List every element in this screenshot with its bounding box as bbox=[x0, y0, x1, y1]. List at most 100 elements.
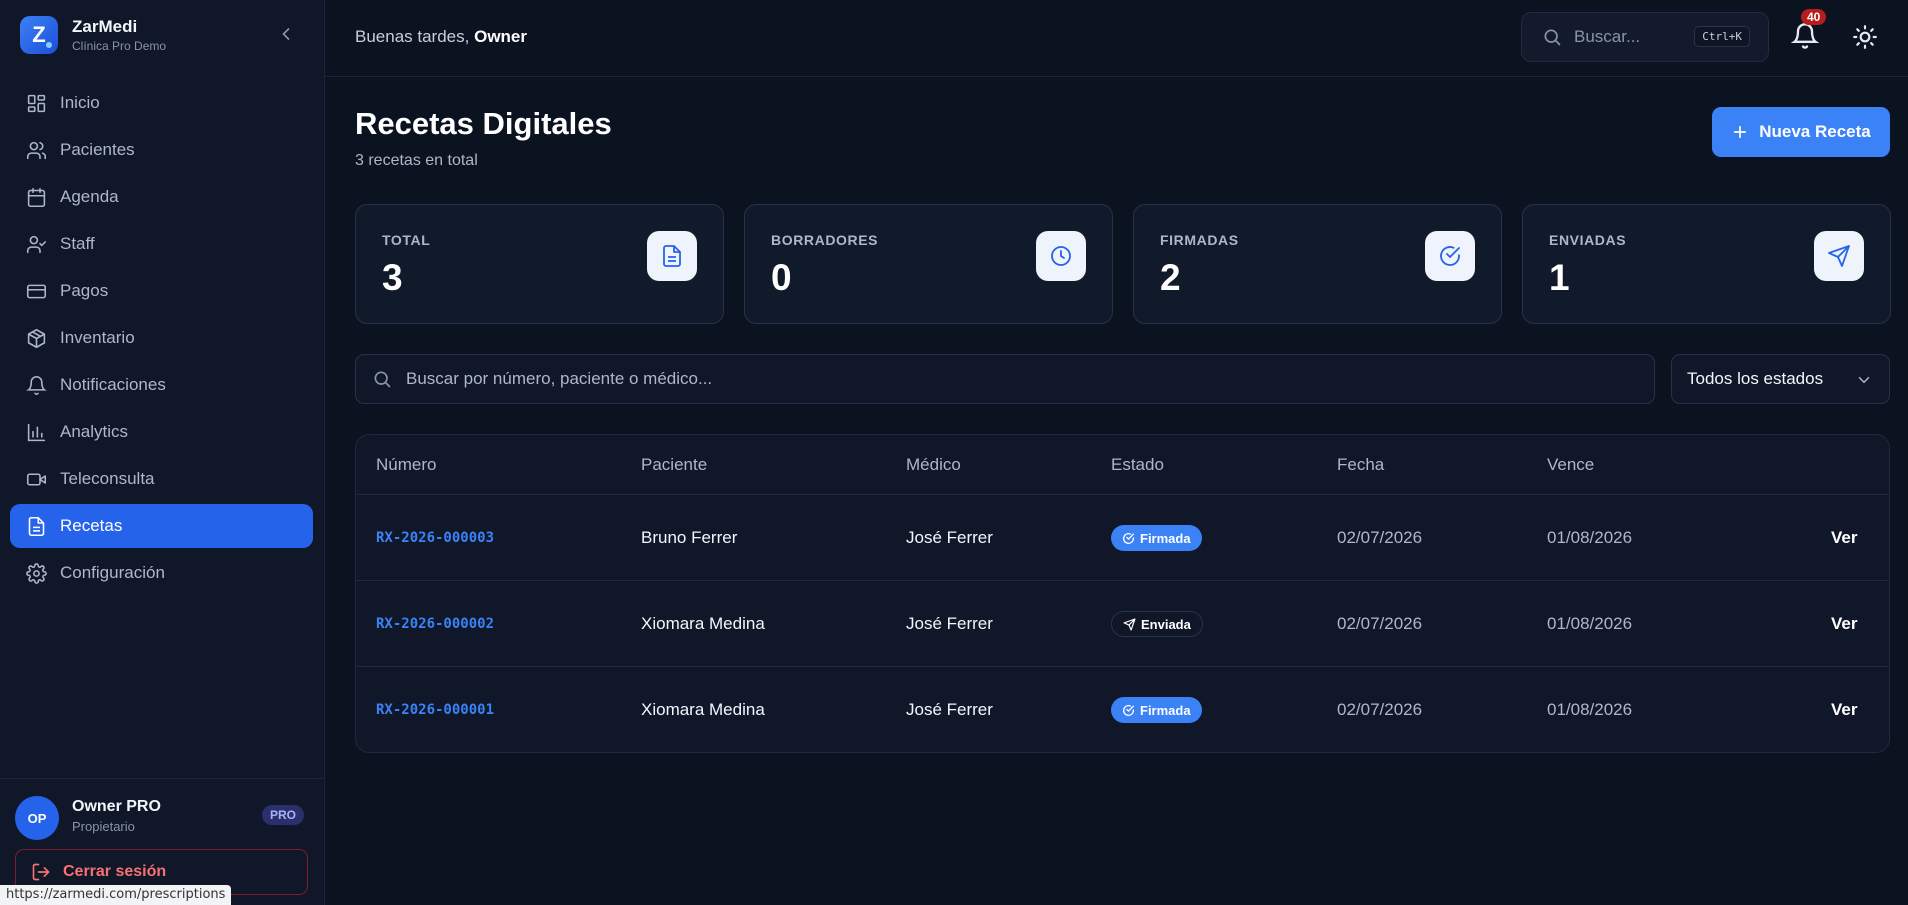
sidebar-item-configuracion[interactable]: Configuración bbox=[10, 551, 313, 595]
view-button[interactable]: Ver bbox=[1831, 581, 1857, 667]
column-header-numero: Número bbox=[376, 455, 437, 474]
sidebar-nav: Inicio Pacientes Agenda Staff Pagos Inve… bbox=[10, 81, 313, 598]
new-prescription-button[interactable]: Nueva Receta bbox=[1712, 107, 1890, 157]
column-header-fecha: Fecha bbox=[1337, 455, 1385, 474]
prescription-search bbox=[355, 354, 1655, 404]
sidebar-item-teleconsulta[interactable]: Teleconsulta bbox=[10, 457, 313, 501]
issue-date: 02/07/2026 bbox=[1337, 700, 1423, 719]
check-circle-icon bbox=[1123, 704, 1135, 716]
status-filter-select[interactable]: Todos los estados bbox=[1671, 354, 1890, 404]
status-filter-value: Todos los estados bbox=[1687, 369, 1824, 388]
status-badge: Enviada bbox=[1111, 611, 1203, 637]
table-row[interactable]: RX-2026-000001 Xiomara Medina José Ferre… bbox=[356, 667, 1889, 752]
prescriptions-table: Número Paciente Médico Estado Fecha Venc… bbox=[355, 434, 1890, 753]
bar-chart-icon bbox=[27, 423, 46, 441]
send-icon bbox=[1123, 617, 1136, 631]
stat-card-borradores: BORRADORES 0 bbox=[744, 204, 1113, 324]
sidebar-item-label: Inicio bbox=[60, 93, 100, 112]
expiry-date: 01/08/2026 bbox=[1547, 614, 1633, 633]
patient-name: Xiomara Medina bbox=[641, 614, 765, 633]
stat-icon-box bbox=[1036, 231, 1086, 281]
credit-card-icon bbox=[26, 284, 47, 298]
brand-name: ZarMedi bbox=[72, 17, 138, 36]
doctor-name: José Ferrer bbox=[906, 700, 993, 719]
bell-icon bbox=[1790, 23, 1820, 49]
stat-value: 0 bbox=[771, 257, 792, 298]
table-row[interactable]: RX-2026-000003 Bruno Ferrer José Ferrer … bbox=[356, 495, 1889, 581]
greeting: Buenas tardes, Owner bbox=[355, 27, 527, 47]
check-circle-icon bbox=[1123, 532, 1135, 544]
sidebar-item-inventario[interactable]: Inventario bbox=[10, 316, 313, 360]
issue-date: 02/07/2026 bbox=[1337, 528, 1423, 547]
global-search-placeholder: Buscar... bbox=[1574, 27, 1641, 46]
view-button[interactable]: Ver bbox=[1831, 495, 1857, 581]
brand[interactable]: Z ZarMedi Clínica Pro Demo bbox=[20, 16, 166, 54]
doctor-name: José Ferrer bbox=[906, 614, 993, 633]
stat-icon-box bbox=[647, 231, 697, 281]
stat-value: 2 bbox=[1160, 257, 1181, 298]
avatar[interactable]: OP bbox=[15, 796, 59, 840]
stat-label: ENVIADAS bbox=[1549, 232, 1627, 248]
search-icon bbox=[374, 371, 391, 388]
sidebar-item-notificaciones[interactable]: Notificaciones bbox=[10, 363, 313, 407]
new-prescription-label: Nueva Receta bbox=[1759, 122, 1871, 141]
sidebar-item-inicio[interactable]: Inicio bbox=[10, 81, 313, 125]
doctor-name: José Ferrer bbox=[906, 528, 993, 547]
prescription-number-link[interactable]: RX-2026-000002 bbox=[376, 581, 494, 667]
status-badge-label: Firmada bbox=[1140, 530, 1191, 546]
stat-value: 1 bbox=[1549, 257, 1570, 298]
column-header-paciente: Paciente bbox=[641, 455, 708, 474]
notifications-button[interactable] bbox=[1790, 22, 1820, 50]
logo-letter: Z bbox=[32, 22, 46, 47]
expiry-date: 01/08/2026 bbox=[1547, 528, 1633, 547]
prescription-number-link[interactable]: RX-2026-000001 bbox=[376, 667, 494, 752]
sidebar-item-recetas[interactable]: Recetas bbox=[10, 504, 313, 548]
page-subtitle: 3 recetas en total bbox=[355, 152, 478, 169]
sidebar-item-label: Teleconsulta bbox=[60, 469, 155, 488]
sidebar-item-agenda[interactable]: Agenda bbox=[10, 175, 313, 219]
global-search-button[interactable]: Buscar... Ctrl+K bbox=[1521, 12, 1769, 62]
sidebar-item-pacientes[interactable]: Pacientes bbox=[10, 128, 313, 172]
sidebar-item-label: Agenda bbox=[60, 187, 119, 206]
sidebar-item-label: Configuración bbox=[60, 563, 165, 582]
status-badge-label: Enviada bbox=[1141, 616, 1191, 632]
stat-label: BORRADORES bbox=[771, 232, 879, 248]
stat-value: 3 bbox=[382, 257, 403, 298]
sidebar-item-label: Notificaciones bbox=[60, 375, 166, 394]
file-text-icon bbox=[28, 516, 45, 536]
sidebar-item-staff[interactable]: Staff bbox=[10, 222, 313, 266]
search-icon bbox=[1544, 29, 1561, 46]
expiry-date: 01/08/2026 bbox=[1547, 700, 1633, 719]
column-header-medico: Médico bbox=[906, 455, 961, 474]
user-check-icon bbox=[26, 235, 47, 253]
gear-icon bbox=[26, 562, 47, 584]
status-badge-label: Firmada bbox=[1140, 702, 1191, 718]
stat-card-enviadas: ENVIADAS 1 bbox=[1522, 204, 1891, 324]
sidebar-item-analytics[interactable]: Analytics bbox=[10, 410, 313, 454]
theme-toggle-button[interactable] bbox=[1852, 24, 1878, 50]
search-input[interactable] bbox=[406, 369, 1606, 389]
page-title: Recetas Digitales bbox=[355, 106, 612, 141]
calendar-icon bbox=[27, 187, 46, 207]
sidebar-item-pagos[interactable]: Pagos bbox=[10, 269, 313, 313]
log-out-icon bbox=[32, 863, 50, 881]
stat-icon-box bbox=[1814, 231, 1864, 281]
sidebar-item-label: Pagos bbox=[60, 281, 109, 300]
table-row[interactable]: RX-2026-000002 Xiomara Medina José Ferre… bbox=[356, 581, 1889, 667]
prescription-number-link[interactable]: RX-2026-000003 bbox=[376, 495, 494, 581]
dashboard-icon bbox=[27, 94, 46, 112]
stat-icon-box bbox=[1425, 231, 1475, 281]
collapse-sidebar-button[interactable] bbox=[276, 24, 296, 44]
file-text-icon bbox=[663, 245, 681, 267]
sun-icon bbox=[1853, 25, 1877, 49]
sidebar-item-label: Analytics bbox=[60, 422, 129, 441]
send-icon bbox=[1828, 245, 1850, 267]
view-button[interactable]: Ver bbox=[1831, 667, 1857, 752]
keyboard-shortcut: Ctrl+K bbox=[1694, 26, 1750, 47]
user-name: Owner PRO bbox=[72, 798, 161, 815]
table-header: Número Paciente Médico Estado Fecha Venc… bbox=[356, 435, 1889, 495]
plus-icon bbox=[1734, 125, 1747, 139]
column-header-vence: Vence bbox=[1547, 455, 1595, 474]
sidebar-item-label: Recetas bbox=[60, 516, 123, 535]
chevron-left-icon bbox=[282, 28, 290, 40]
